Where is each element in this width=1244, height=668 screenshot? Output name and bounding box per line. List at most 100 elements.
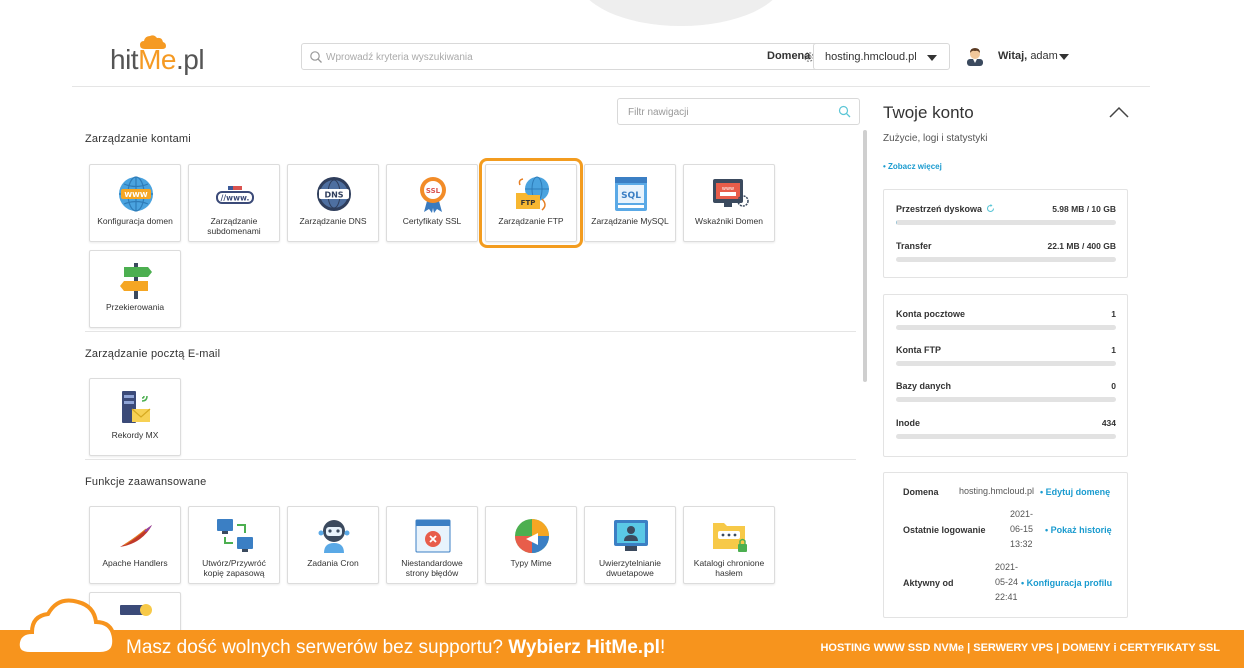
- globe-www-icon: WWW: [119, 176, 153, 212]
- usage-bar: [896, 220, 1116, 225]
- svg-text:WWW: WWW: [124, 191, 147, 199]
- info-active-value: 2021- 05-24 22:41: [995, 562, 1019, 602]
- chevron-down-icon[interactable]: [1059, 54, 1069, 60]
- tile-apache-handlers[interactable]: Apache Handlers: [89, 506, 181, 584]
- tile-label: Zarządzanie FTP: [498, 216, 564, 226]
- refresh-icon[interactable]: [986, 204, 995, 213]
- svg-text:FTP: FTP: [521, 199, 536, 207]
- tile-ftp[interactable]: FTP Zarządzanie FTP: [479, 158, 583, 248]
- count-row: Bazy danych 0: [896, 381, 1116, 405]
- profile-config-link[interactable]: • Konfiguracja profilu: [1021, 578, 1112, 588]
- account-subtitle: Zużycie, logi i statystyki: [883, 133, 988, 144]
- count-label: Inode: [896, 418, 920, 428]
- count-value: 434: [1101, 418, 1116, 428]
- count-bar: [896, 434, 1116, 439]
- avatar[interactable]: [966, 46, 984, 66]
- domain-select-value: hosting.hmcloud.pl: [825, 51, 917, 63]
- tile-label: Zarządzanie subdomenami: [207, 216, 261, 236]
- count-value: 1: [1111, 345, 1116, 355]
- subdomain-www-icon: //www.: [216, 186, 254, 204]
- domain-label: Domena: [767, 50, 811, 62]
- search-input[interactable]: [326, 48, 796, 66]
- backup-computers-icon: [217, 519, 253, 552]
- tile-label: Certyfikaty SSL: [402, 216, 462, 226]
- signpost-icon: [120, 263, 152, 299]
- nav-filter-input[interactable]: [628, 104, 828, 120]
- section-title-accounts: Zarządzanie kontami: [85, 133, 191, 145]
- cron-robot-icon: [318, 520, 350, 553]
- usage-value: 5.98 MB / 10 GB: [1052, 204, 1116, 214]
- scrollbar[interactable]: [863, 130, 867, 382]
- info-last-login-value: 2021- 06-15 13:32: [1010, 509, 1034, 549]
- count-label: Bazy danych: [896, 381, 952, 391]
- tile-ssl[interactable]: SSL Certyfikaty SSL: [386, 164, 478, 242]
- search-icon: [838, 105, 851, 118]
- count-value: 0: [1111, 381, 1116, 391]
- nav-filter[interactable]: [617, 98, 860, 125]
- section-title-email: Zarządzanie pocztą E-mail: [85, 348, 221, 360]
- tile-mysql[interactable]: SQL Zarządzanie MySQL: [584, 164, 676, 242]
- tile-redirects[interactable]: Przekierowania: [89, 250, 181, 328]
- tile-label: Wskaźniki Domen: [694, 216, 764, 226]
- tile-domain-config[interactable]: WWW Konfiguracja domen: [89, 164, 181, 242]
- ssl-badge-icon: SSL: [420, 177, 446, 213]
- svg-text://www.: //www.: [221, 194, 250, 203]
- banner-text: Masz dość wolnych serwerów bez supportu?…: [126, 637, 666, 658]
- tile-label: Zadania Cron: [307, 558, 359, 568]
- usage-label: Przestrzeń dyskowa: [896, 204, 995, 214]
- account-title: Twoje konto: [883, 103, 974, 122]
- logo[interactable]: hitMe.pl: [110, 34, 210, 78]
- tile-subdomains[interactable]: //www. Zarządzanie subdomenami: [188, 164, 280, 242]
- tile-label: Uwierzytelnianie dwuetapowe: [599, 558, 661, 578]
- info-domain-value: hosting.hmcloud.pl: [959, 486, 1035, 496]
- count-bar: [896, 361, 1116, 366]
- tile-domain-pointers[interactable]: www Wskaźniki Domen: [683, 164, 775, 242]
- count-label: Konta FTP: [896, 345, 941, 355]
- edit-domain-link[interactable]: • Edytuj domenę: [1040, 487, 1110, 497]
- usage-label: Transfer: [896, 241, 932, 251]
- tile-cron[interactable]: Zadania Cron: [287, 506, 379, 584]
- svg-text:DNS: DNS: [324, 191, 343, 200]
- count-row: Inode 434: [896, 418, 1116, 442]
- chevron-up-icon[interactable]: [1109, 106, 1129, 118]
- tile-two-factor[interactable]: Uwierzytelnianie dwuetapowe: [584, 506, 676, 584]
- tile-label: Rekordy MX: [111, 430, 159, 440]
- count-row: Konta pocztowe 1: [896, 309, 1116, 333]
- section-divider: [85, 331, 856, 332]
- count-label: Konta pocztowe: [896, 309, 965, 319]
- usage-value: 22.1 MB / 400 GB: [1047, 241, 1116, 251]
- see-more-link[interactable]: • Zobacz więcej: [883, 162, 942, 171]
- mysql-database-icon: SQL: [615, 177, 647, 211]
- domain-select[interactable]: hosting.hmcloud.pl: [813, 43, 950, 70]
- cloud-icon: [16, 598, 116, 656]
- mime-types-icon: [515, 519, 549, 553]
- login-history-link[interactable]: • Pokaż historię: [1045, 525, 1112, 535]
- tile-dns[interactable]: DNS Zarządzanie DNS: [287, 164, 379, 242]
- user-greeting[interactable]: Witaj, adam: [998, 50, 1058, 62]
- password-folder-icon: [713, 523, 747, 552]
- apache-feather-icon: [120, 525, 152, 547]
- logo-text: hitMe.pl: [110, 44, 205, 75]
- usage-bar: [896, 257, 1116, 262]
- tile-label: Przekierowania: [105, 302, 165, 312]
- tile-mime-types[interactable]: Typy Mime: [485, 506, 577, 584]
- tile-mx-records[interactable]: Rekordy MX: [89, 378, 181, 456]
- svg-text:SSL: SSL: [426, 187, 441, 195]
- header: hitMe.pl: [72, 0, 1150, 87]
- count-value: 1: [1111, 309, 1116, 319]
- tile-label: Apache Handlers: [102, 558, 168, 568]
- tile-label: Konfiguracja domen: [97, 216, 173, 226]
- section-divider: [85, 459, 856, 460]
- search-box[interactable]: [301, 43, 823, 70]
- tile-label: Niestandardowe strony błędów: [401, 558, 463, 578]
- domain-pointer-icon: www: [713, 179, 749, 207]
- tile-error-pages[interactable]: Niestandardowe strony błędów: [386, 506, 478, 584]
- svg-text:SQL: SQL: [621, 191, 641, 201]
- search-icon: [310, 51, 322, 63]
- info-card: Domena hosting.hmcloud.pl • Edytuj domen…: [883, 472, 1128, 618]
- info-last-login-label: Ostatnie logowanie: [903, 525, 986, 535]
- tile-backup[interactable]: Utwórz/Przywróć kopię zapasową: [188, 506, 280, 584]
- tile-label: Utwórz/Przywróć kopię zapasową: [202, 558, 266, 578]
- tile-password-dirs[interactable]: Katalogi chronione hasłem: [683, 506, 775, 584]
- counts-card: Konta pocztowe 1 Konta FTP 1 Bazy danych…: [883, 294, 1128, 457]
